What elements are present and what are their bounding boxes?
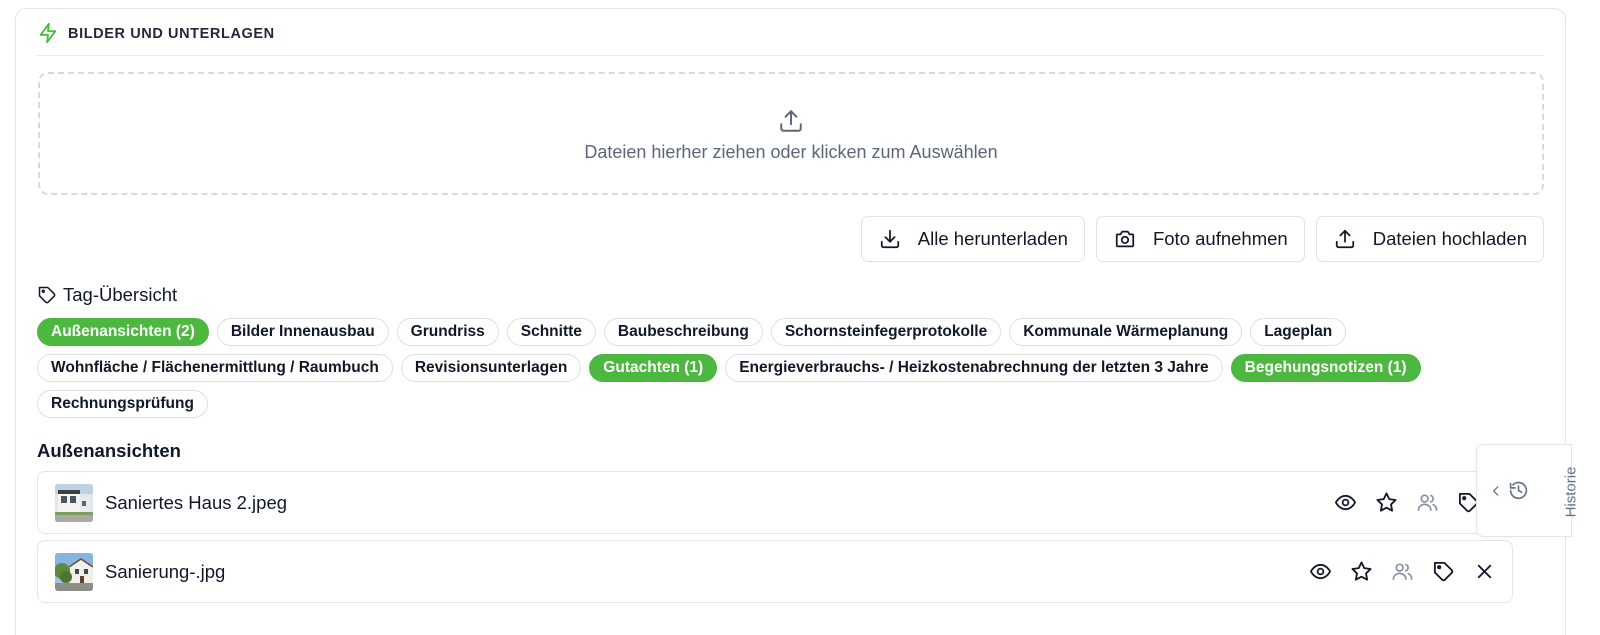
star-icon (1351, 561, 1372, 581)
file-actions (1309, 541, 1496, 602)
share-users-button[interactable] (1416, 491, 1439, 514)
take-photo-label: Foto aufnehmen (1152, 228, 1288, 249)
upload-files-label: Dateien hochladen (1372, 228, 1527, 249)
tag-chip-lageplan[interactable]: Lageplan (1250, 318, 1347, 346)
tag-chip-grundriss[interactable]: Grundriss (396, 318, 499, 346)
tag-chip-wohnflaeche[interactable]: Wohnfläche / Flächenermittlung / Raumbuc… (37, 354, 393, 382)
tag-chip-kommunale-waermeplanung[interactable]: Kommunale Wärmeplanung (1009, 318, 1243, 346)
tag-overview-title: Tag-Übersicht (37, 284, 177, 306)
upload-icon (1335, 229, 1354, 249)
tag-chip-schornsteinfegerprotokolle[interactable]: Schornsteinfegerprotokolle (770, 318, 1002, 346)
favorite-button[interactable] (1375, 491, 1398, 514)
delete-file-button[interactable] (1473, 560, 1496, 583)
tag-chip-energieverbrauch[interactable]: Energieverbrauchs- / Heizkostenabrechnun… (725, 354, 1223, 382)
tag-chip-revisionsunterlagen[interactable]: Revisionsunterlagen (400, 354, 582, 382)
eye-icon (1310, 563, 1331, 580)
download-all-button[interactable]: Alle herunterladen (860, 216, 1085, 262)
download-all-label: Alle herunterladen (917, 228, 1068, 249)
tag-icon (1433, 561, 1454, 582)
preview-button[interactable] (1334, 491, 1357, 514)
tag-chip-bilder-innenausbau[interactable]: Bilder Innenausbau (216, 318, 389, 346)
upload-icon (780, 110, 802, 132)
history-label: Historie (1562, 466, 1580, 518)
close-icon (1477, 564, 1492, 579)
users-icon (1417, 494, 1438, 512)
download-icon (880, 229, 899, 249)
file-row[interactable]: Saniertes Haus 2.jpeg (37, 471, 1513, 534)
tag-chip-baubeschreibung[interactable]: Baubeschreibung (603, 318, 763, 346)
share-users-button[interactable] (1391, 560, 1414, 583)
file-row[interactable]: Sanierung-.jpg (37, 540, 1513, 603)
chevron-left-icon (1493, 485, 1499, 496)
tag-chip-schnitte[interactable]: Schnitte (506, 318, 596, 346)
history-panel-toggle[interactable]: Historie (1476, 444, 1580, 537)
tag-chip-gutachten[interactable]: Gutachten (1) (589, 354, 718, 382)
card-header: BILDER UND UNTERLAGEN (37, 22, 1544, 56)
file-thumbnail (55, 552, 93, 591)
tag-chip-begehungsnotizen[interactable]: Begehungsnotizen (1) (1230, 354, 1421, 382)
tag-list: Außenansichten (2) Bilder Innenausbau Gr… (37, 318, 1507, 418)
dropzone-text: Dateien hierher ziehen oder klicken zum … (584, 142, 998, 162)
file-dropzone[interactable]: Dateien hierher ziehen oder klicken zum … (38, 72, 1544, 195)
preview-button[interactable] (1309, 560, 1332, 583)
action-bar: Alle herunterladen Foto aufnehmen Dateie… (860, 216, 1544, 262)
tag-file-button[interactable] (1432, 560, 1455, 583)
history-icon (1509, 481, 1528, 500)
eye-icon (1335, 494, 1356, 511)
camera-icon (1115, 230, 1135, 248)
file-name: Sanierung-.jpg (105, 560, 226, 582)
tag-chip-rechnungspruefung[interactable]: Rechnungsprüfung (37, 390, 208, 418)
file-name: Saniertes Haus 2.jpeg (105, 491, 288, 513)
section-header-title: BILDER UND UNTERLAGEN (68, 26, 275, 42)
users-icon (1392, 563, 1413, 581)
take-photo-button[interactable]: Foto aufnehmen (1095, 216, 1305, 262)
file-thumbnail (55, 483, 93, 522)
category-title: Außenansichten (37, 440, 181, 461)
tag-chip-aussenansichten[interactable]: Außenansichten (2) (37, 318, 209, 346)
star-icon (1376, 492, 1397, 512)
upload-files-button[interactable]: Dateien hochladen (1315, 216, 1544, 262)
tag-icon (38, 286, 56, 304)
bolt-icon (39, 22, 57, 44)
favorite-button[interactable] (1350, 560, 1373, 583)
tag-overview-label: Tag-Übersicht (63, 284, 178, 305)
